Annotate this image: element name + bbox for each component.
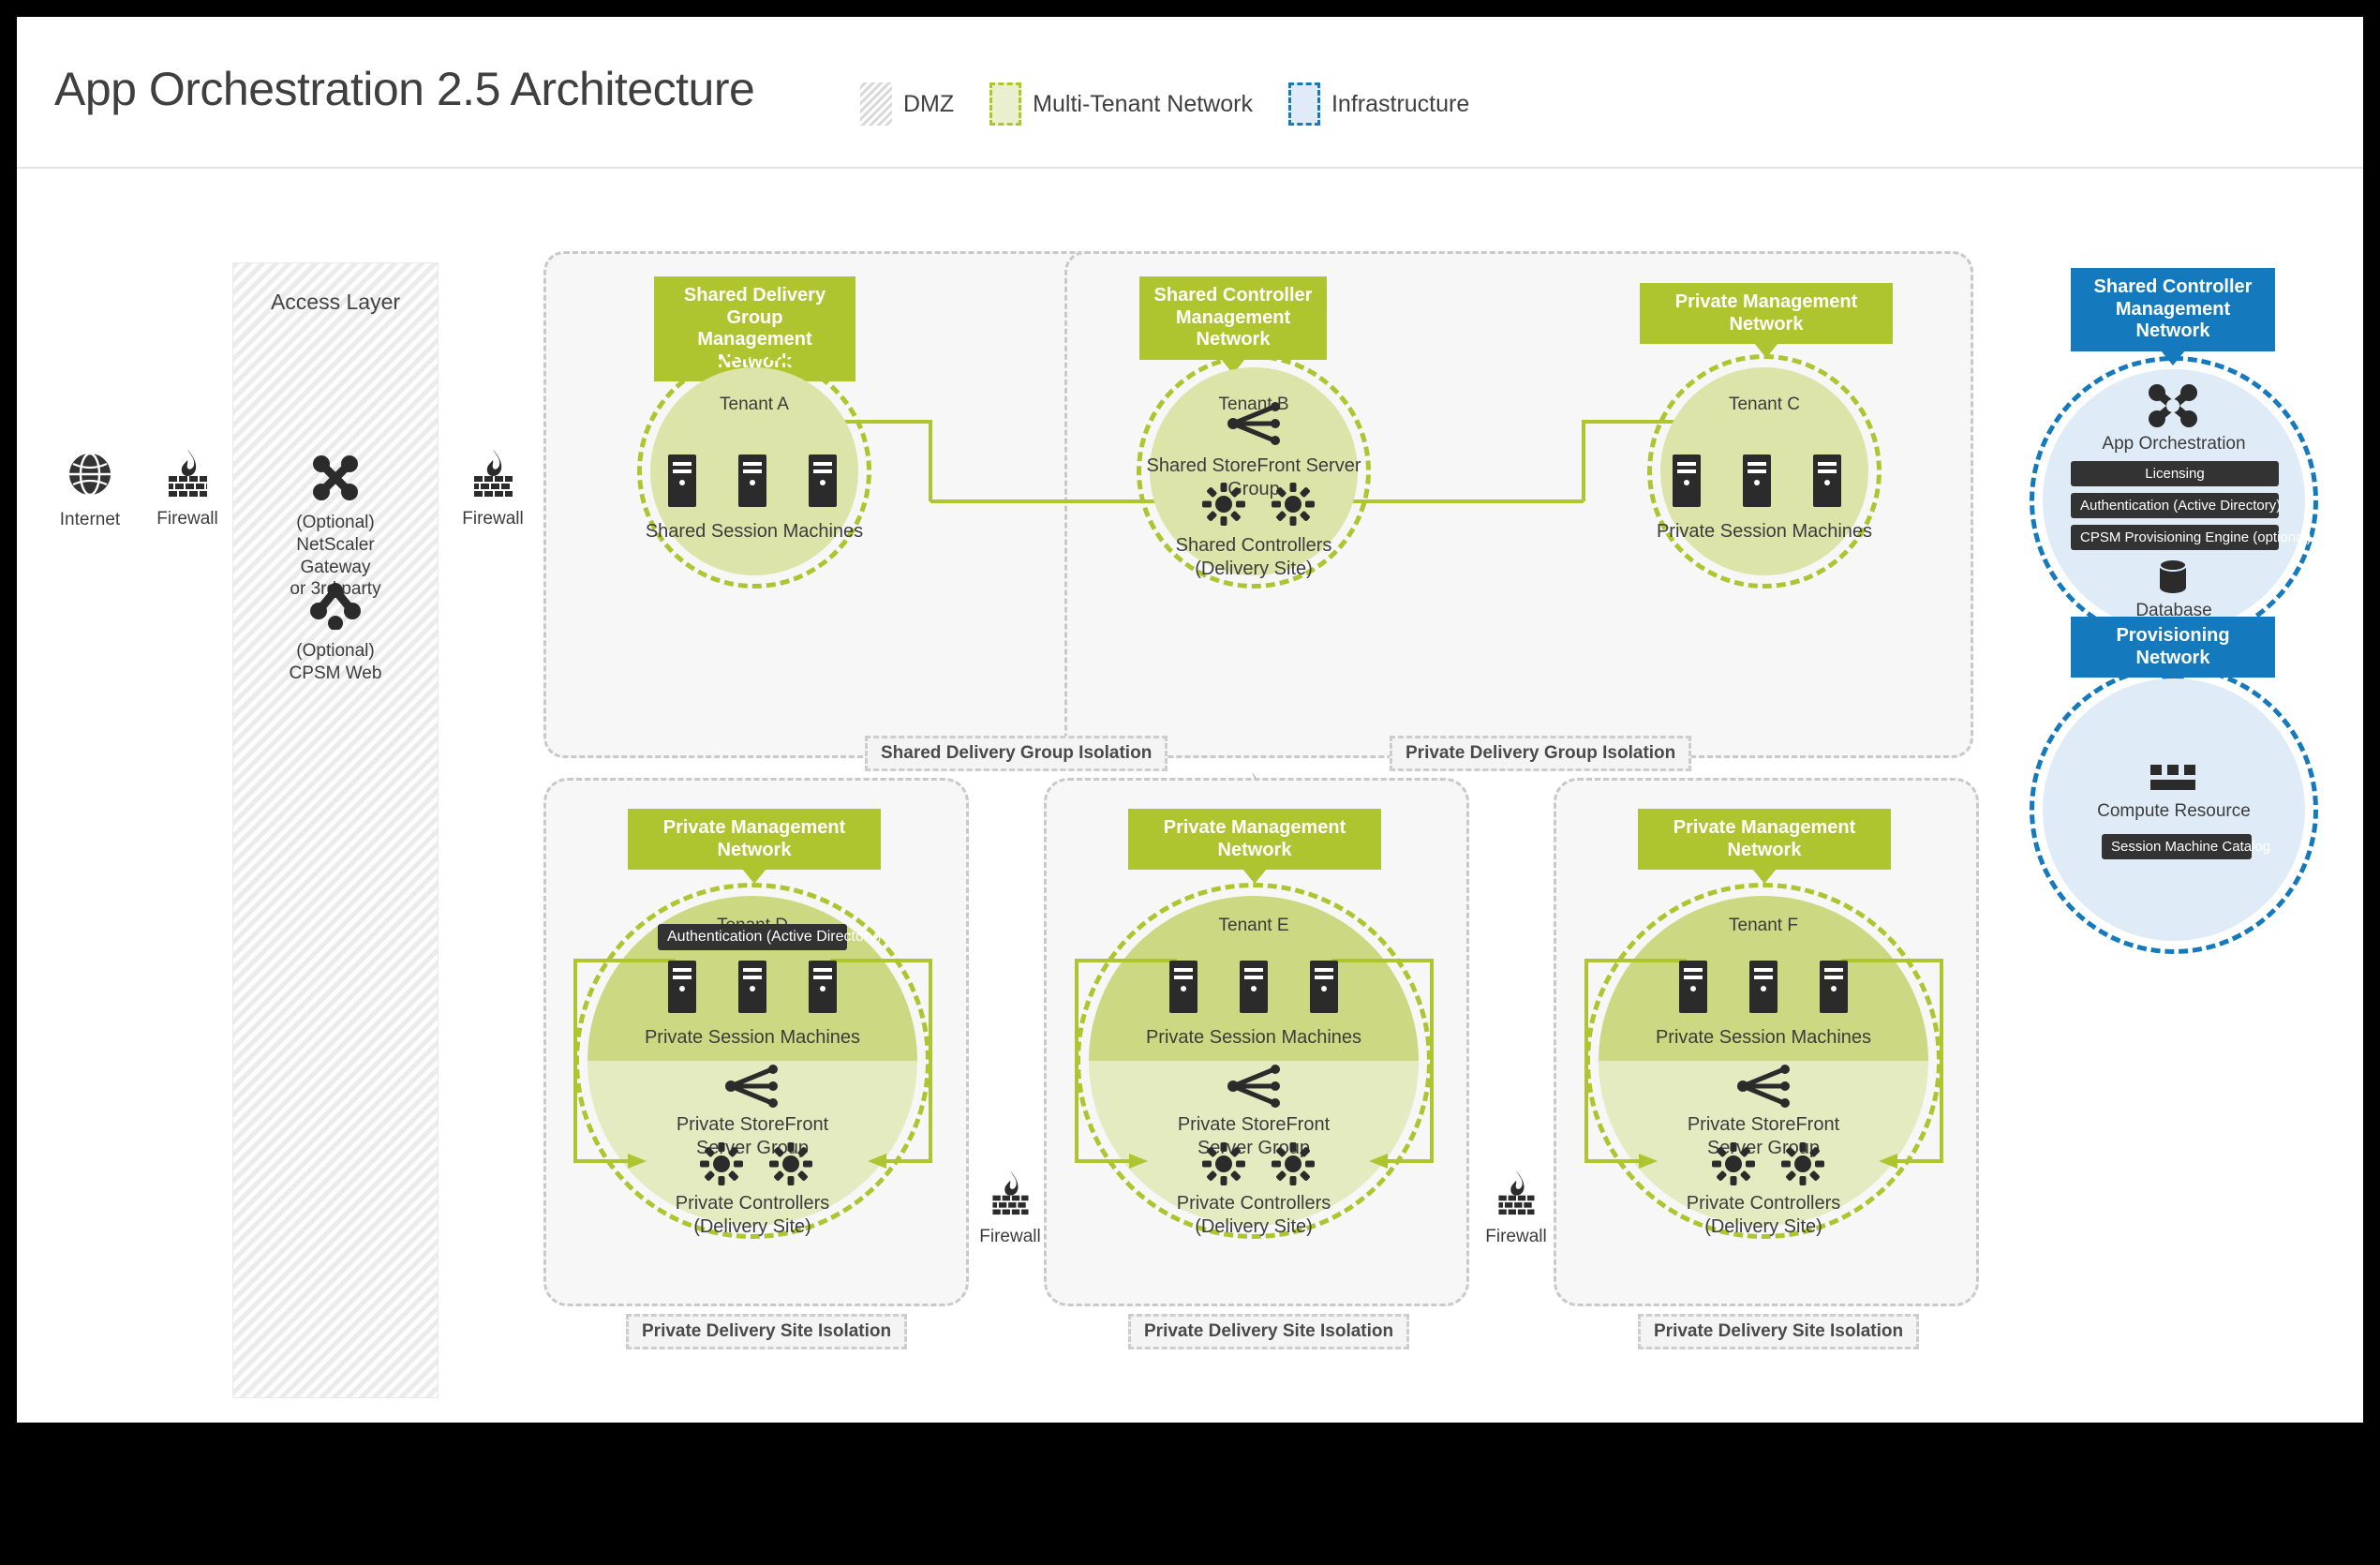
node-internet: Internet	[34, 450, 146, 531]
node-netscaler: (Optional) NetScaler Gateway or 3rd party	[279, 455, 392, 601]
firewall-icon	[474, 449, 513, 497]
tag-private-mgmt-f: Private Management Network	[1638, 809, 1891, 885]
label-private-session-machines-d: Private Session Machines	[644, 1027, 861, 1048]
node-label: Firewall	[979, 1227, 1041, 1246]
server-group-e	[1165, 961, 1343, 1020]
node-label: Firewall	[1485, 1227, 1547, 1246]
isolation-label-e: Private Delivery Site Isolation	[1128, 1314, 1410, 1349]
diagram-page: App Orchestration 2.5 Architecture DMZ M…	[17, 17, 2363, 1423]
label-shared-session-machines: Shared Session Machines	[645, 521, 864, 542]
tenant-name: Tenant A	[720, 395, 789, 414]
node-label: (Optional) CPSM Web	[289, 641, 382, 683]
chip-session-machine-catalog: Session Machine Catalog	[2102, 834, 2270, 859]
group-label-shared: Shared Delivery Group Isolation	[865, 736, 1168, 771]
tag-private-mgmt-d: Private Management Network	[628, 809, 881, 885]
green-dashed-swatch-icon	[989, 82, 1022, 126]
chip-authentication-d: Authentication (Active Directory)	[658, 924, 882, 950]
access-layer-region: Access Layer	[232, 262, 439, 1398]
controller-icon	[1202, 483, 1315, 526]
storefront-icon	[1227, 1065, 1280, 1108]
netscaler-icon	[313, 455, 358, 500]
globe-icon	[69, 452, 111, 497]
controller-icon	[1712, 1142, 1824, 1185]
legend-label: Multi-Tenant Network	[1033, 90, 1253, 117]
server-icon	[1679, 961, 1848, 1013]
tenant-name: Tenant C	[1728, 395, 1801, 414]
legend-label: DMZ	[903, 90, 955, 117]
database-icon	[2159, 559, 2187, 593]
node-firewall-1: Firewall	[131, 445, 244, 530]
page-title: App Orchestration 2.5 Architecture	[54, 63, 755, 115]
label-private-controllers-e: Private Controllers (Delivery Site)	[1176, 1193, 1331, 1237]
node-label: Internet	[59, 510, 121, 529]
hatch-swatch-icon	[860, 82, 892, 126]
tag-shared-controller-infra: Shared Controller Management Network	[2071, 268, 2275, 365]
label-private-session-machines-f: Private Session Machines	[1655, 1027, 1872, 1048]
node-label: Firewall	[462, 509, 524, 529]
legend-label: Infrastructure	[1331, 90, 1470, 117]
firewall-icon	[169, 449, 207, 497]
legend-item-multi-tenant: Multi-Tenant Network	[989, 82, 1253, 126]
storefront-icon	[1227, 402, 1280, 445]
label-compute-resource: Compute Resource	[2097, 801, 2251, 821]
node-label: Firewall	[156, 509, 218, 529]
tag-private-mgmt-c: Private Management Network	[1640, 283, 1893, 359]
storefront-icon	[1737, 1065, 1790, 1108]
label-app-orchestration: App Orchestration	[2102, 434, 2246, 454]
legend: DMZ Multi-Tenant Network Infrastructure	[860, 82, 1469, 126]
cpsm-icon	[310, 583, 361, 631]
isolation-label-f: Private Delivery Site Isolation	[1638, 1314, 1920, 1349]
server-icon	[668, 455, 837, 507]
label-private-controllers-d: Private Controllers (Delivery Site)	[675, 1193, 830, 1237]
firewall-icon	[1498, 1170, 1535, 1215]
blue-dashed-swatch-icon	[1287, 82, 1320, 126]
compute-resource-icon	[2150, 765, 2195, 790]
isolation-label-d: Private Delivery Site Isolation	[626, 1314, 908, 1349]
header-bar: App Orchestration 2.5 Architecture DMZ M…	[17, 17, 2363, 169]
label-shared-controllers: Shared Controllers (Delivery Site)	[1175, 535, 1332, 579]
diagram-canvas: Access Layer Internet Firewall (Optional…	[17, 169, 2363, 1423]
group-label-private: Private Delivery Group Isolation	[1390, 736, 1692, 771]
server-group-c	[1668, 455, 1846, 514]
storefront-icon	[725, 1065, 778, 1108]
chip-cpsm-provisioning: CPSM Provisioning Engine (optional)	[2071, 525, 2312, 550]
chip-authentication-infra: Authentication (Active Directory)	[2071, 493, 2281, 518]
controller-icon	[1202, 1142, 1315, 1185]
node-firewall-2: Firewall	[437, 445, 549, 530]
access-layer-title: Access Layer	[270, 290, 401, 314]
tag-shared-controller-mgmt: Shared Controller Management Network	[1139, 276, 1327, 374]
server-icon	[1169, 961, 1338, 1013]
chip-licensing: Licensing	[2071, 461, 2279, 486]
node-firewall-de: Firewall	[954, 1167, 1066, 1248]
server-group-a	[663, 455, 841, 514]
node-firewall-ef: Firewall	[1460, 1167, 1572, 1248]
node-cpsm-web: (Optional) CPSM Web	[279, 583, 392, 685]
legend-item-infrastructure: Infrastructure	[1287, 82, 1470, 126]
server-group-d	[663, 961, 841, 1020]
server-group-f	[1674, 961, 1852, 1020]
firewall-icon	[992, 1170, 1029, 1215]
server-icon	[1673, 455, 1841, 507]
label-private-session-machines-c: Private Session Machines	[1656, 521, 1873, 542]
tenant-name: Tenant E	[1218, 916, 1289, 935]
tag-private-mgmt-e: Private Management Network	[1128, 809, 1381, 885]
legend-item-dmz: DMZ	[860, 82, 954, 126]
label-private-controllers-f: Private Controllers (Delivery Site)	[1686, 1193, 1841, 1237]
label-private-session-machines-e: Private Session Machines	[1145, 1027, 1362, 1048]
server-icon	[668, 961, 837, 1013]
app-orchestration-icon	[2149, 384, 2197, 427]
tenant-name: Tenant F	[1729, 916, 1798, 935]
controller-icon	[700, 1142, 812, 1185]
